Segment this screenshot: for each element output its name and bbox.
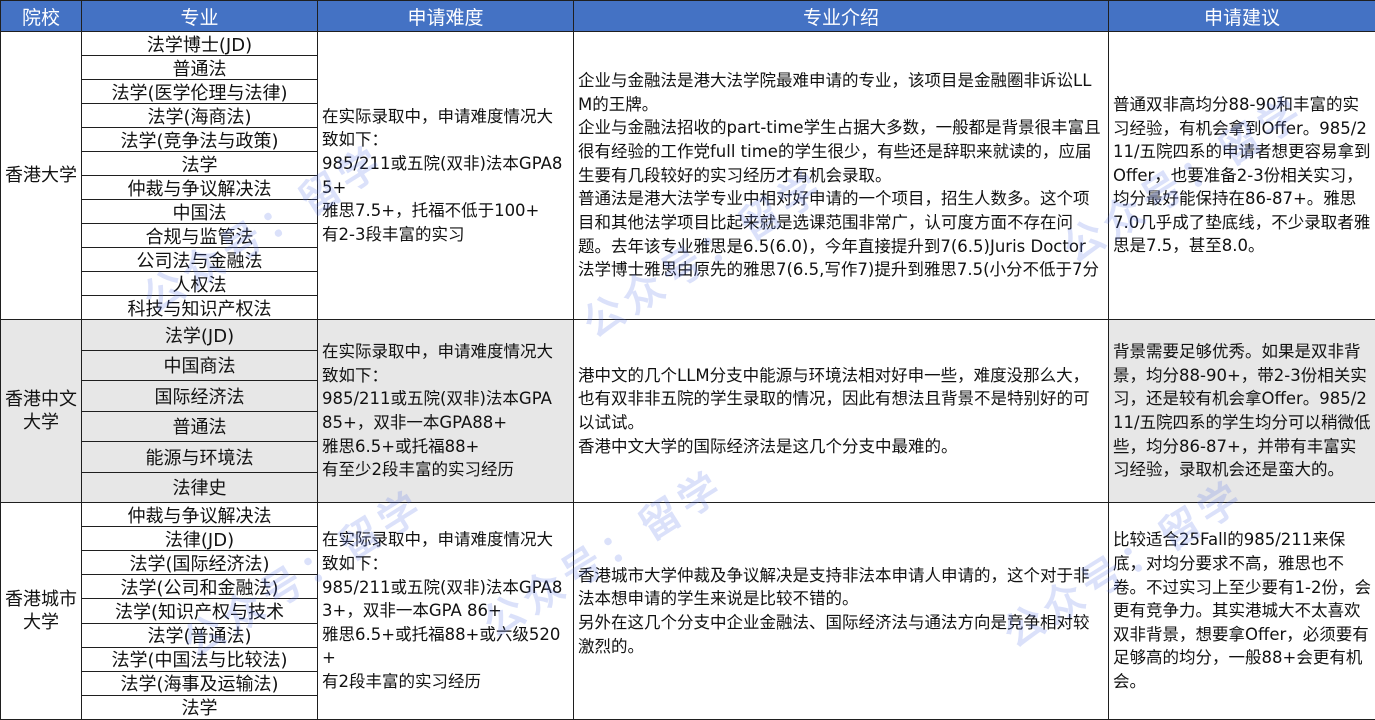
major-item: 普通法	[82, 56, 317, 80]
major-item: 普通法	[82, 412, 317, 443]
major-list: 仲裁与争议解决法 法律(JD) 法学(国际经济法) 法学(公司和金融法) 法学(…	[82, 503, 318, 720]
row-cityu: 香港城市大学 仲裁与争议解决法 法律(JD) 法学(国际经济法) 法学(公司和金…	[1, 503, 1375, 720]
intro-text: 企业与金融法是港大法学院最难申请的专业，该项目是金融圈非诉讼LLM的王牌。 企业…	[574, 32, 1109, 320]
major-item: 法学	[82, 152, 317, 176]
major-item: 法学(海事及运输法)	[82, 672, 317, 696]
intro-text: 港中文的几个LLM分支中能源与环境法相对好申一些，难度没那么大，也有双非非五院的…	[574, 320, 1109, 503]
major-item: 法学博士(JD)	[82, 32, 317, 56]
header-intro: 专业介绍	[574, 1, 1109, 32]
major-item: 人权法	[82, 272, 317, 296]
major-item: 科技与知识产权法	[82, 296, 317, 319]
major-item: 法律史	[82, 473, 317, 503]
header-advice: 申请建议	[1109, 1, 1375, 32]
major-item: 法学(JD)	[82, 320, 317, 351]
difficulty-text: 在实际录取中，申请难度情况大致如下： 985/211或五院(双非)法本GPA 8…	[318, 320, 574, 503]
header-school: 院校	[1, 1, 82, 32]
major-item: 法学(普通法)	[82, 624, 317, 648]
major-item: 能源与环境法	[82, 442, 317, 473]
major-item: 法学(公司和金融法)	[82, 575, 317, 599]
major-item: 公司法与金融法	[82, 248, 317, 272]
programs-table: 院校 专业 申请难度 专业介绍 申请建议 香港大学 法学博士(JD) 普通法 法…	[0, 0, 1375, 720]
major-item: 中国法	[82, 200, 317, 224]
major-item: 法律(JD)	[82, 527, 317, 551]
major-item: 法学(国际经济法)	[82, 551, 317, 575]
row-cuhk: 香港中文大学 法学(JD) 中国商法 国际经济法 普通法 能源与环境法 法律史 …	[1, 320, 1375, 503]
major-item: 国际经济法	[82, 381, 317, 412]
school-name: 香港大学	[1, 32, 82, 320]
difficulty-text: 在实际录取中，申请难度情况大致如下： 985/211或五院(双非)法本GPA83…	[318, 503, 574, 720]
major-list: 法学博士(JD) 普通法 法学(医学伦理与法律) 法学(海商法) 法学(竞争法与…	[82, 32, 318, 320]
row-hku: 香港大学 法学博士(JD) 普通法 法学(医学伦理与法律) 法学(海商法) 法学…	[1, 32, 1375, 320]
advice-text: 普通双非高均分88-90和丰富的实习经验，有机会拿到Offer。985/211/…	[1109, 32, 1375, 320]
header-difficulty: 申请难度	[318, 1, 574, 32]
major-item: 仲裁与争议解决法	[82, 503, 317, 527]
intro-text: 香港城市大学仲裁及争议解决是支持非法本申请人申请的，这个对于非法本想申请的学生来…	[574, 503, 1109, 720]
difficulty-text: 在实际录取中，申请难度情况大致如下： 985/211或五院(双非)法本GPA85…	[318, 32, 574, 320]
school-name: 香港城市大学	[1, 503, 82, 720]
major-item: 法学(医学伦理与法律)	[82, 80, 317, 104]
major-item: 法学(知识产权与技术	[82, 599, 317, 623]
advice-text: 比较适合25Fall的985/211来保底，对均分要求不高，雅思也不卷。不过实习…	[1109, 503, 1375, 720]
major-item: 法学(中国法与比较法)	[82, 648, 317, 672]
header-row: 院校 专业 申请难度 专业介绍 申请建议	[1, 1, 1375, 32]
school-name: 香港中文大学	[1, 320, 82, 503]
advice-text: 背景需要足够优秀。如果是双非背景，均分88-90+，带2-3份相关实习，还是较有…	[1109, 320, 1375, 503]
major-item: 合规与监管法	[82, 224, 317, 248]
major-item: 法学(竞争法与政策)	[82, 128, 317, 152]
major-item: 中国商法	[82, 351, 317, 382]
major-item: 法学(海商法)	[82, 104, 317, 128]
header-major: 专业	[82, 1, 318, 32]
major-item: 仲裁与争议解决法	[82, 176, 317, 200]
major-list: 法学(JD) 中国商法 国际经济法 普通法 能源与环境法 法律史	[82, 320, 318, 503]
major-item: 法学	[82, 696, 317, 719]
